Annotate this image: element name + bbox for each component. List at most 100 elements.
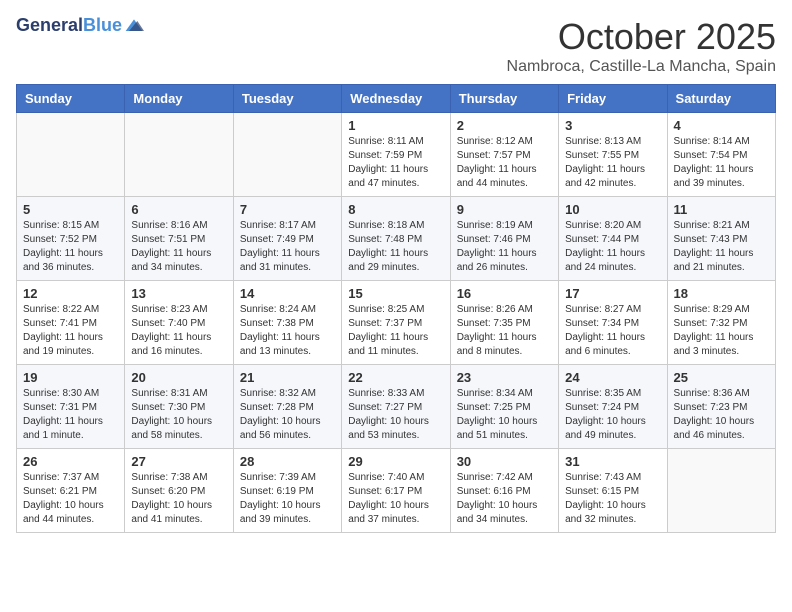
calendar-cell: 20Sunrise: 8:31 AM Sunset: 7:30 PM Dayli…: [125, 365, 233, 449]
day-info: Sunrise: 8:13 AM Sunset: 7:55 PM Dayligh…: [565, 135, 660, 191]
logo: GeneralBlue: [16, 16, 144, 36]
calendar-cell: 4Sunrise: 8:14 AM Sunset: 7:54 PM Daylig…: [667, 113, 775, 197]
day-info: Sunrise: 7:39 AM Sunset: 6:19 PM Dayligh…: [240, 471, 335, 527]
day-info: Sunrise: 8:19 AM Sunset: 7:46 PM Dayligh…: [457, 219, 552, 275]
day-info: Sunrise: 8:15 AM Sunset: 7:52 PM Dayligh…: [23, 219, 118, 275]
calendar-cell: 13 Sunrise: 8:23 AM Sunset: 7:40 PM Dayli…: [125, 281, 233, 365]
day-number: 29: [348, 454, 443, 469]
day-number: 24: [565, 370, 660, 385]
day-info: Sunrise: 8:20 AM Sunset: 7:44 PM Dayligh…: [565, 219, 660, 275]
day-info: Sunrise: 8:26 AM Sunset: 7:35 PM Dayligh…: [457, 303, 552, 359]
day-info: Sunrise: 8:35 AM Sunset: 7:24 PM Dayligh…: [565, 387, 660, 443]
calendar-cell: 23 Sunrise: 8:34 AM Sunset: 7:25 PM Dayli…: [450, 365, 558, 449]
day-info: Sunrise: 8:14 AM Sunset: 7:54 PM Dayligh…: [674, 135, 769, 191]
day-number: 20: [131, 370, 226, 385]
calendar-cell: 14 Sunrise: 8:24 AM Sunset: 7:38 PM Dayli…: [233, 281, 341, 365]
day-number: 31: [565, 454, 660, 469]
day-info: Sunrise: 8:32 AM Sunset: 7:28 PM Dayligh…: [240, 387, 335, 443]
calendar-cell: 21 Sunrise: 8:32 AM Sunset: 7:28 PM Dayli…: [233, 365, 341, 449]
day-number: 25: [674, 370, 769, 385]
day-number: 5: [23, 202, 118, 217]
day-number: 6: [131, 202, 226, 217]
calendar-cell: 30 Sunrise: 7:42 AM Sunset: 6:16 PM Dayli…: [450, 449, 558, 533]
day-number: 19: [23, 370, 118, 385]
day-info: Sunrise: 8:12 AM Sunset: 7:57 PM Dayligh…: [457, 135, 552, 191]
calendar-week-row: 26 Sunrise: 7:37 AM Sunset: 6:21 PM Dayli…: [17, 449, 776, 533]
column-header-saturday: Saturday: [667, 85, 775, 113]
column-header-monday: Monday: [125, 85, 233, 113]
day-number: 2: [457, 118, 552, 133]
calendar-cell: 26 Sunrise: 7:37 AM Sunset: 6:21 PM Dayli…: [17, 449, 125, 533]
calendar-cell: 18 Sunrise: 8:29 AM Sunset: 7:32 PM Dayli…: [667, 281, 775, 365]
day-number: 15: [348, 286, 443, 301]
calendar-header-row: SundayMondayTuesdayWednesdayThursdayFrid…: [17, 85, 776, 113]
column-header-sunday: Sunday: [17, 85, 125, 113]
day-info: Sunrise: 7:43 AM Sunset: 6:15 PM Dayligh…: [565, 471, 660, 527]
day-info: Sunrise: 8:22 AM Sunset: 7:41 PM Dayligh…: [23, 303, 118, 359]
month-title: October 2025: [507, 16, 776, 58]
day-info: Sunrise: 8:27 AM Sunset: 7:34 PM Dayligh…: [565, 303, 660, 359]
day-number: 28: [240, 454, 335, 469]
title-block: October 2025 Nambroca, Castille-La Manch…: [507, 16, 776, 76]
day-info: Sunrise: 8:11 AM Sunset: 7:59 PM Dayligh…: [348, 135, 443, 191]
day-number: 9: [457, 202, 552, 217]
calendar-cell: 19 Sunrise: 8:30 AM Sunset: 7:31 PM Dayli…: [17, 365, 125, 449]
day-info: Sunrise: 8:18 AM Sunset: 7:48 PM Dayligh…: [348, 219, 443, 275]
day-info: Sunrise: 8:24 AM Sunset: 7:38 PM Dayligh…: [240, 303, 335, 359]
day-info: Sunrise: 8:16 AM Sunset: 7:51 PM Dayligh…: [131, 219, 226, 275]
calendar-cell: 25Sunrise: 8:36 AM Sunset: 7:23 PM Dayli…: [667, 365, 775, 449]
calendar-cell: 1 Sunrise: 8:11 AM Sunset: 7:59 PM Daylig…: [342, 113, 450, 197]
day-number: 21: [240, 370, 335, 385]
page-header: GeneralBlue October 2025 Nambroca, Casti…: [16, 16, 776, 76]
day-info: Sunrise: 7:37 AM Sunset: 6:21 PM Dayligh…: [23, 471, 118, 527]
day-info: Sunrise: 8:30 AM Sunset: 7:31 PM Dayligh…: [23, 387, 118, 443]
column-header-friday: Friday: [559, 85, 667, 113]
day-number: 3: [565, 118, 660, 133]
calendar-cell: 3 Sunrise: 8:13 AM Sunset: 7:55 PM Daylig…: [559, 113, 667, 197]
calendar-week-row: 5 Sunrise: 8:15 AM Sunset: 7:52 PM Daylig…: [17, 197, 776, 281]
day-number: 8: [348, 202, 443, 217]
logo-text: GeneralBlue: [16, 16, 122, 36]
day-number: 30: [457, 454, 552, 469]
day-info: Sunrise: 8:25 AM Sunset: 7:37 PM Dayligh…: [348, 303, 443, 359]
day-number: 23: [457, 370, 552, 385]
calendar-week-row: 12 Sunrise: 8:22 AM Sunset: 7:41 PM Dayli…: [17, 281, 776, 365]
day-number: 17: [565, 286, 660, 301]
calendar-table: SundayMondayTuesdayWednesdayThursdayFrid…: [16, 84, 776, 533]
day-number: 27: [131, 454, 226, 469]
calendar-cell: 31 Sunrise: 7:43 AM Sunset: 6:15 PM Dayli…: [559, 449, 667, 533]
calendar-cell: 29 Sunrise: 7:40 AM Sunset: 6:17 PM Dayli…: [342, 449, 450, 533]
day-number: 18: [674, 286, 769, 301]
day-number: 14: [240, 286, 335, 301]
calendar-cell: 24 Sunrise: 8:35 AM Sunset: 7:24 PM Dayli…: [559, 365, 667, 449]
calendar-cell: 2 Sunrise: 8:12 AM Sunset: 7:57 PM Daylig…: [450, 113, 558, 197]
calendar-cell: 17 Sunrise: 8:27 AM Sunset: 7:34 PM Dayli…: [559, 281, 667, 365]
calendar-cell: [17, 113, 125, 197]
calendar-cell: 12 Sunrise: 8:22 AM Sunset: 7:41 PM Dayli…: [17, 281, 125, 365]
calendar-cell: 5 Sunrise: 8:15 AM Sunset: 7:52 PM Daylig…: [17, 197, 125, 281]
day-info: Sunrise: 8:34 AM Sunset: 7:25 PM Dayligh…: [457, 387, 552, 443]
day-number: 7: [240, 202, 335, 217]
calendar-cell: 16Sunrise: 8:26 AM Sunset: 7:35 PM Dayli…: [450, 281, 558, 365]
calendar-cell: 10Sunrise: 8:20 AM Sunset: 7:44 PM Dayli…: [559, 197, 667, 281]
calendar-week-row: 19 Sunrise: 8:30 AM Sunset: 7:31 PM Dayli…: [17, 365, 776, 449]
day-info: Sunrise: 7:38 AM Sunset: 6:20 PM Dayligh…: [131, 471, 226, 527]
calendar-cell: 6 Sunrise: 8:16 AM Sunset: 7:51 PM Daylig…: [125, 197, 233, 281]
day-info: Sunrise: 8:29 AM Sunset: 7:32 PM Dayligh…: [674, 303, 769, 359]
calendar-cell: 27 Sunrise: 7:38 AM Sunset: 6:20 PM Dayli…: [125, 449, 233, 533]
column-header-tuesday: Tuesday: [233, 85, 341, 113]
calendar-cell: 11Sunrise: 8:21 AM Sunset: 7:43 PM Dayli…: [667, 197, 775, 281]
day-info: Sunrise: 7:42 AM Sunset: 6:16 PM Dayligh…: [457, 471, 552, 527]
day-number: 1: [348, 118, 443, 133]
day-number: 26: [23, 454, 118, 469]
day-number: 12: [23, 286, 118, 301]
calendar-cell: [125, 113, 233, 197]
calendar-cell: 7Sunrise: 8:17 AM Sunset: 7:49 PM Daylig…: [233, 197, 341, 281]
day-info: Sunrise: 8:33 AM Sunset: 7:27 PM Dayligh…: [348, 387, 443, 443]
day-number: 13: [131, 286, 226, 301]
logo-icon: [124, 16, 144, 36]
day-info: Sunrise: 8:23 AM Sunset: 7:40 PM Dayligh…: [131, 303, 226, 359]
calendar-week-row: 1 Sunrise: 8:11 AM Sunset: 7:59 PM Daylig…: [17, 113, 776, 197]
day-info: Sunrise: 8:21 AM Sunset: 7:43 PM Dayligh…: [674, 219, 769, 275]
day-info: Sunrise: 7:40 AM Sunset: 6:17 PM Dayligh…: [348, 471, 443, 527]
